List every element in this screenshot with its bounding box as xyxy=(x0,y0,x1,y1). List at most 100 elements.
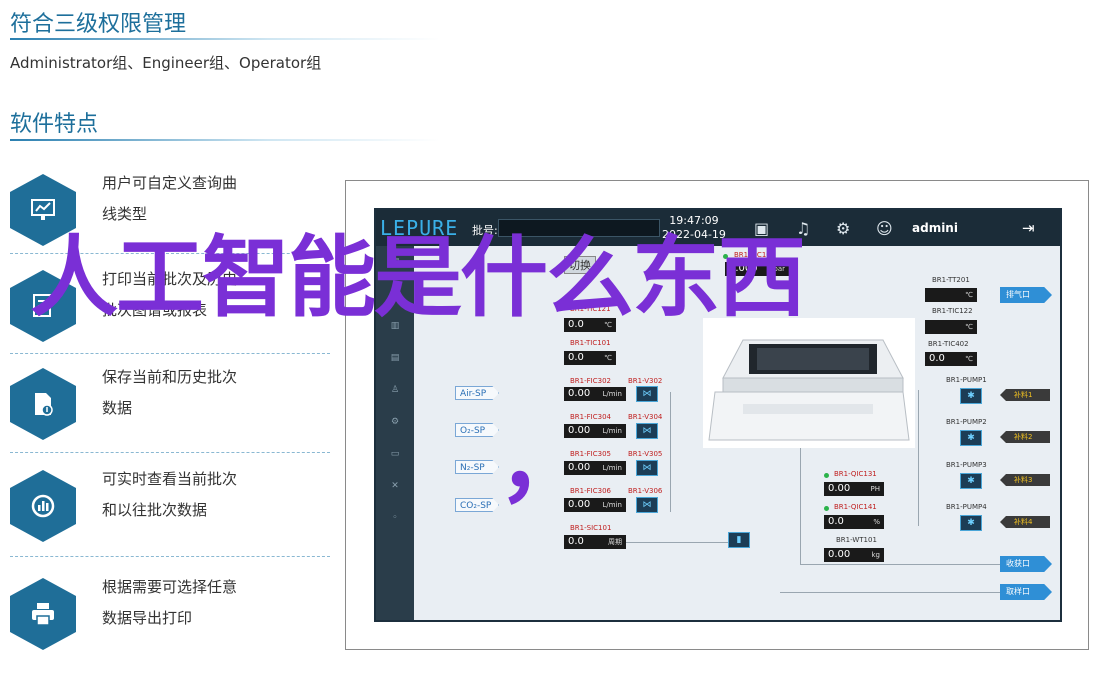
valve-icon[interactable]: ⋈ xyxy=(636,386,658,402)
sidebar-icon[interactable]: ♙ xyxy=(376,374,414,406)
gear-icon[interactable]: ⚙ xyxy=(836,219,850,238)
value-text: 0.0 xyxy=(828,516,844,527)
pipe-line xyxy=(780,592,1000,593)
tag-label: BR1-SIC101 xyxy=(570,524,612,532)
status-dot xyxy=(824,473,829,478)
pipe-line xyxy=(626,542,728,543)
valve-label: BR1-V304 xyxy=(628,413,663,421)
pump-icon[interactable]: ✱ xyxy=(960,388,982,404)
permission-section-title: 符合三级权限管理 xyxy=(10,12,187,37)
value-display: 0.00 L/min xyxy=(564,387,626,401)
pump-icon[interactable]: ✱ xyxy=(960,515,982,531)
unit-text: ℃ xyxy=(965,291,973,299)
tag-label: BR1-TIC402 xyxy=(928,340,969,348)
value-text: 0.00 xyxy=(568,388,591,399)
pipe-line xyxy=(800,564,1000,565)
features-section-title: 软件特点 xyxy=(10,112,99,137)
user-icon[interactable]: ☺ xyxy=(876,219,893,238)
unit-text: ℃ xyxy=(965,323,973,331)
feed-alarm[interactable]: 补料4 xyxy=(1000,516,1050,528)
feature-line: 数据 xyxy=(102,399,133,417)
value-display: 0.00 PH xyxy=(824,482,884,496)
feed-alarm[interactable]: 补料2 xyxy=(1000,431,1050,443)
pipe-line xyxy=(800,448,801,564)
overlay-comma: ， xyxy=(498,410,588,515)
tag-label: BR1-QIC141 xyxy=(834,503,877,511)
divider xyxy=(10,353,330,354)
bioreactor-device-image xyxy=(703,318,915,448)
pipe-line xyxy=(670,392,671,512)
value-display: 0.0% xyxy=(824,515,884,529)
pump-label: BR1-PUMP1 xyxy=(946,376,987,384)
unit-text: PH xyxy=(870,485,881,493)
feature-item: 保存当前和历史批次 数据 xyxy=(10,362,330,446)
value-text: 0.0 xyxy=(929,353,945,364)
value-display: ℃ xyxy=(925,320,977,334)
pump-icon[interactable]: ✱ xyxy=(960,473,982,489)
sidebar-icon[interactable]: ▤ xyxy=(376,342,414,374)
username: admini xyxy=(912,221,958,235)
motor-icon[interactable]: ▮ xyxy=(728,532,750,548)
feed-alarm[interactable]: 补料1 xyxy=(1000,389,1050,401)
feature-line: 数据导出打印 xyxy=(102,609,193,627)
pump-label: BR1-PUMP2 xyxy=(946,418,987,426)
unit-text: 周期 xyxy=(608,538,622,546)
feature-line: 保存当前和历史批次 xyxy=(102,368,238,386)
realtime-chart-icon xyxy=(10,470,76,542)
valve-icon[interactable]: ⋈ xyxy=(636,423,658,439)
tag-label: BR1-TIC122 xyxy=(932,307,973,315)
section-underline xyxy=(10,38,440,40)
tag-label: BR1-FIC302 xyxy=(570,377,611,385)
gas-setpoint[interactable]: O₂-SP xyxy=(455,423,499,437)
divider xyxy=(10,452,330,453)
sidebar-icon[interactable]: ▭ xyxy=(376,438,414,470)
sidebar-icon[interactable]: ⚙ xyxy=(376,406,414,438)
roles-text: Administrator组、Engineer组、Operator组 xyxy=(10,54,322,72)
value-display: ℃ xyxy=(925,288,977,302)
gas-setpoint[interactable]: CO₂-SP xyxy=(455,498,499,512)
value-display: 0.00 kg xyxy=(824,548,884,562)
unit-text: L/min xyxy=(602,427,622,435)
unit-text: ℃ xyxy=(604,354,612,362)
value-text: 0.00 xyxy=(828,483,851,494)
logout-icon[interactable]: ⇥ xyxy=(1022,219,1035,237)
feature-item: 可实时查看当前批次 和以往批次数据 xyxy=(10,464,330,548)
feature-line: 用户可自定义查询曲 xyxy=(102,174,238,192)
valve-icon[interactable]: ⋈ xyxy=(636,497,658,513)
unit-text: % xyxy=(873,518,880,526)
pump-icon[interactable]: ✱ xyxy=(960,430,982,446)
unit-text: L/min xyxy=(602,464,622,472)
harvest-port-button[interactable]: 收获口 xyxy=(1000,556,1052,572)
tag-label: BR1-WT101 xyxy=(836,536,877,544)
pipe-line xyxy=(918,390,919,526)
gas-setpoint[interactable]: N₂-SP xyxy=(455,460,499,474)
headline-overlay: 人工智能是什么东西 xyxy=(30,226,806,329)
valve-label: BR1-V305 xyxy=(628,450,663,458)
unit-text: ℃ xyxy=(965,355,973,363)
value-display: 0.0 ℃ xyxy=(925,352,977,366)
valve-label: BR1-V306 xyxy=(628,487,663,495)
unit-text: L/min xyxy=(602,390,622,398)
gas-setpoint[interactable]: Air-SP xyxy=(455,386,499,400)
divider xyxy=(10,556,330,557)
sidebar-icon[interactable]: ◦ xyxy=(376,502,414,534)
exhaust-port-button[interactable]: 排气口 xyxy=(1000,287,1052,303)
value-display: 0.0 ℃ xyxy=(564,351,616,365)
feed-alarm[interactable]: 补料3 xyxy=(1000,474,1050,486)
valve-icon[interactable]: ⋈ xyxy=(636,460,658,476)
feature-line: 可实时查看当前批次 xyxy=(102,470,238,488)
section-underline xyxy=(10,139,440,141)
pump-label: BR1-PUMP4 xyxy=(946,503,987,511)
printer-icon xyxy=(10,578,76,650)
valve-label: BR1-V302 xyxy=(628,377,663,385)
unit-text: L/min xyxy=(602,501,622,509)
feature-line: 根据需要可选择任意 xyxy=(102,578,238,596)
sample-port-button[interactable]: 取样口 xyxy=(1000,584,1052,600)
save-document-icon xyxy=(10,368,76,440)
pump-label: BR1-PUMP3 xyxy=(946,461,987,469)
value-text: 0.0 xyxy=(568,536,584,547)
value-display: 0.0 周期 xyxy=(564,535,626,549)
sidebar-icon[interactable]: ✕ xyxy=(376,470,414,502)
value-text: 0.00 xyxy=(828,549,851,560)
tag-label: BR1-TIC101 xyxy=(570,339,611,347)
